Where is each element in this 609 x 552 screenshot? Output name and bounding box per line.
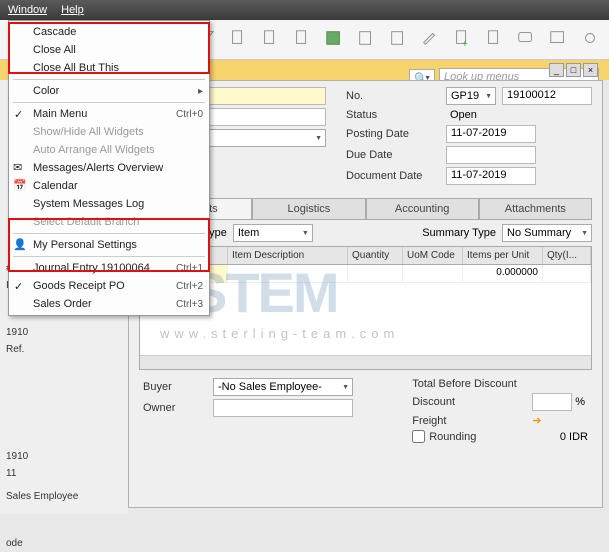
status-label: Status <box>346 109 446 121</box>
envelope-icon: ✉ <box>13 161 27 175</box>
cell-qty[interactable] <box>348 265 403 282</box>
left-11: 11 <box>0 465 90 482</box>
posting-date-field[interactable]: 11-07-2019 <box>446 125 536 143</box>
check-icon: ✓ <box>14 280 23 293</box>
summary-type-label: Summary Type <box>422 227 496 239</box>
col-desc[interactable]: Item Description <box>228 247 348 264</box>
col-qty[interactable]: Quantity <box>348 247 403 264</box>
window-dropdown: Cascade Close All Close All But This Col… <box>8 20 210 316</box>
pencil-icon[interactable] <box>421 29 439 50</box>
cell-desc[interactable] <box>228 265 348 282</box>
secondary-input[interactable] <box>206 108 326 126</box>
doc-plus-icon[interactable]: + <box>453 29 471 50</box>
gear-icon[interactable] <box>581 29 599 50</box>
freight-label: Freight <box>412 415 532 427</box>
table-icon[interactable] <box>549 29 567 50</box>
doc-number-field[interactable]: 19100012 <box>502 87 592 105</box>
buyer-select[interactable]: -No Sales Employee- <box>213 378 353 396</box>
menu-journal-entry[interactable]: Journal Entry 19100064Ctrl+1 <box>9 259 209 277</box>
due-date-field[interactable] <box>446 146 536 164</box>
menubar: Window Help <box>0 0 609 20</box>
cell-qtyi[interactable] <box>543 265 591 282</box>
doc-icon[interactable] <box>261 29 279 50</box>
col-qtyi[interactable]: Qty(I... <box>543 247 591 264</box>
person-icon: 👤 <box>13 238 27 252</box>
menu-system-messages-log[interactable]: System Messages Log <box>9 195 209 213</box>
doc-icon[interactable] <box>293 29 311 50</box>
menu-calendar[interactable]: 📅Calendar <box>9 177 209 195</box>
excel-icon[interactable] <box>325 29 343 50</box>
doc-check-icon[interactable] <box>485 29 503 50</box>
col-unit[interactable]: Items per Unit <box>463 247 543 264</box>
menu-close-all[interactable]: Close All <box>9 41 209 59</box>
buyer-label: Buyer <box>143 381 213 393</box>
no-series-select[interactable]: GP19 <box>446 87 496 105</box>
secondary-select[interactable] <box>206 129 326 147</box>
menu-sales-order[interactable]: Sales OrderCtrl+3 <box>9 295 209 313</box>
maximize-button[interactable]: □ <box>566 63 581 77</box>
left-1910: 1910 <box>0 324 90 341</box>
discount-field[interactable] <box>532 393 572 411</box>
tab-accounting[interactable]: Accounting <box>366 198 479 219</box>
rounding-checkbox[interactable] <box>412 430 425 443</box>
summary-type-select[interactable]: No Summary <box>502 224 592 242</box>
document-date-label: Document Date <box>346 170 446 182</box>
owner-field[interactable] <box>213 399 353 417</box>
report-icon[interactable] <box>357 29 375 50</box>
arrow-icon[interactable]: ➜ <box>532 414 541 427</box>
owner-label: Owner <box>143 402 213 414</box>
left-1910b: 1910 <box>0 448 90 465</box>
menu-close-all-but-this[interactable]: Close All But This <box>9 59 209 77</box>
chat-icon[interactable] <box>517 29 535 50</box>
total-before-discount-label: Total Before Discount <box>412 378 532 390</box>
tab-logistics[interactable]: Logistics <box>252 198 365 219</box>
menu-cascade[interactable]: Cascade <box>9 23 209 41</box>
left-code: ode <box>0 535 90 552</box>
horizontal-scrollbar[interactable] <box>140 355 591 369</box>
menu-show-hide-widgets: Show/Hide All Widgets <box>9 123 209 141</box>
menu-my-personal-settings[interactable]: 👤My Personal Settings <box>9 236 209 254</box>
menu-messages-alerts[interactable]: ✉Messages/Alerts Overview <box>9 159 209 177</box>
tab-attachments[interactable]: Attachments <box>479 198 592 219</box>
pct-label: % <box>575 396 585 408</box>
close-button[interactable]: × <box>583 63 598 77</box>
cell-unit[interactable]: 0.000000 <box>463 265 543 282</box>
rounding-value: 0 IDR <box>560 431 588 443</box>
primary-input[interactable] <box>206 87 326 105</box>
no-label: No. <box>346 90 446 102</box>
menu-auto-arrange-widgets: Auto Arrange All Widgets <box>9 141 209 159</box>
due-date-label: Due Date <box>346 149 446 161</box>
discount-label: Discount <box>412 396 532 408</box>
minimize-button[interactable]: _ <box>549 63 564 77</box>
menu-window[interactable]: Window <box>8 4 47 16</box>
posting-date-label: Posting Date <box>346 128 446 140</box>
status-value: Open <box>446 108 481 122</box>
rounding-label: Rounding <box>429 431 509 443</box>
left-ref: Ref. <box>0 341 90 358</box>
menu-goods-receipt-po[interactable]: ✓Goods Receipt POCtrl+2 <box>9 277 209 295</box>
svg-text:+: + <box>462 39 468 47</box>
calendar-icon: 📅 <box>13 179 27 193</box>
sales-employee-label: Sales Employee <box>0 488 90 505</box>
item-service-type-select[interactable]: Item <box>233 224 313 242</box>
doc-icon[interactable] <box>229 29 247 50</box>
menu-color[interactable]: Color▸ <box>9 82 209 100</box>
cell-uom[interactable] <box>403 265 463 282</box>
menu-help[interactable]: Help <box>61 4 84 16</box>
col-uom[interactable]: UoM Code <box>403 247 463 264</box>
check-icon: ✓ <box>14 108 23 121</box>
document-date-field[interactable]: 11-07-2019 <box>446 167 536 185</box>
menu-main-menu[interactable]: ✓Main MenuCtrl+0 <box>9 105 209 123</box>
menu-select-default-branch: Select Default Branch <box>9 213 209 231</box>
layout-icon[interactable] <box>389 29 407 50</box>
